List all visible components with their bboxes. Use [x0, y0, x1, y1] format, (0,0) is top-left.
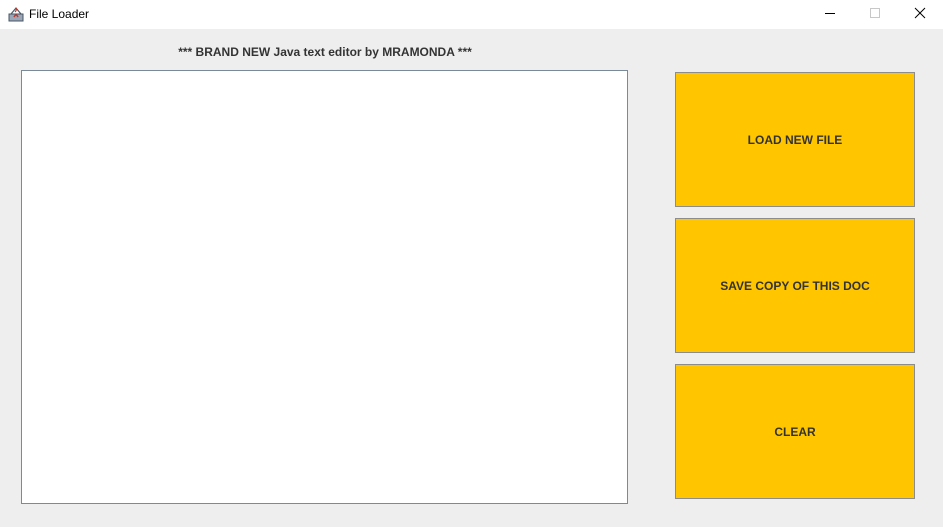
close-icon — [914, 6, 926, 24]
save-copy-button[interactable]: SAVE COPY OF THIS DOC — [675, 218, 915, 353]
clear-button[interactable]: CLEAR — [675, 364, 915, 499]
maximize-icon — [869, 6, 881, 24]
java-app-icon — [8, 6, 24, 22]
minimize-icon — [824, 6, 836, 24]
app-window: File Loader *** BRAND NEW Java text edit… — [0, 0, 943, 527]
page-heading: *** BRAND NEW Java text editor by MRAMON… — [178, 45, 472, 59]
load-new-file-button[interactable]: LOAD NEW FILE — [675, 72, 915, 207]
window-title: File Loader — [29, 7, 90, 21]
minimize-button[interactable] — [807, 0, 853, 29]
title-bar[interactable]: File Loader — [0, 0, 943, 29]
editor-text-area[interactable] — [21, 70, 628, 504]
close-button[interactable] — [897, 0, 943, 29]
maximize-button[interactable] — [852, 0, 898, 29]
